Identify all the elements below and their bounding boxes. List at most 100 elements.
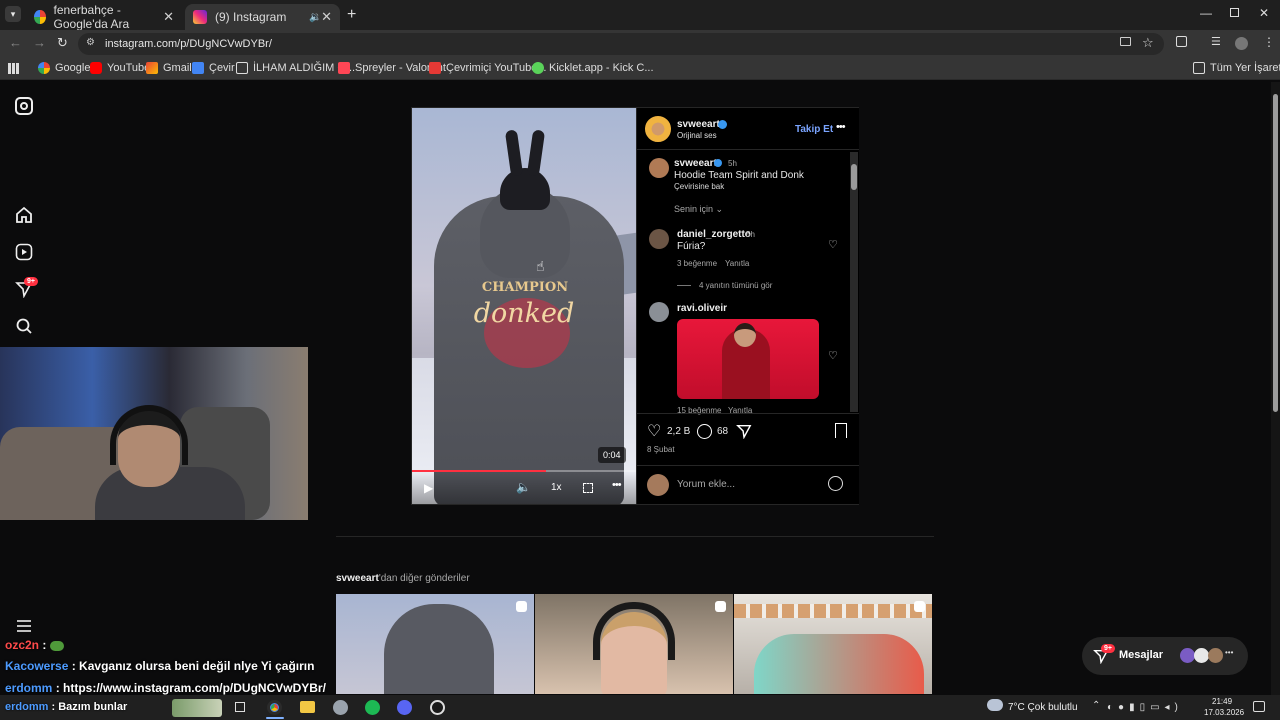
obs-icon[interactable]	[430, 700, 445, 715]
back-icon[interactable]: ←	[9, 35, 22, 50]
all-bookmarks[interactable]: Tüm Yer İşaretleri	[1193, 62, 1280, 74]
like-icon[interactable]: ♡	[647, 421, 661, 441]
media-control-icon[interactable]: ☰	[1211, 35, 1221, 48]
search-icon[interactable]	[15, 317, 33, 335]
grid-post[interactable]	[535, 594, 733, 694]
profile-avatar[interactable]	[1235, 37, 1248, 50]
widget-thumbnail[interactable]	[172, 699, 222, 717]
author-username[interactable]: svweeart	[677, 119, 720, 130]
extensions-icon[interactable]	[1176, 36, 1187, 47]
tab-instagram[interactable]: (9) Instagram 🔉 ✕	[185, 4, 340, 30]
bookmark-google[interactable]: Google	[38, 62, 90, 74]
volume-icon[interactable]: 🔈	[516, 480, 531, 494]
caption-username[interactable]: svweeart	[674, 158, 717, 169]
new-tab-button[interactable]: +	[347, 6, 356, 24]
fullscreen-icon[interactable]	[583, 483, 593, 493]
close-window-icon[interactable]: ✕	[1259, 6, 1269, 20]
bookmark-translate[interactable]: Çevir	[192, 62, 235, 74]
reel-video[interactable]: CHAMPION donked ☝ 0:04 ▶ 🔈 1x •••	[412, 108, 636, 504]
bookmarks-bar: Google YouTube Gmail Çevir İLHAM ALDIĞIM…	[0, 58, 1280, 80]
weather-icon[interactable]	[987, 699, 1003, 711]
chat-message: ozc2n :	[5, 638, 64, 652]
messages-label: Mesajlar	[1119, 649, 1164, 661]
more-options-icon[interactable]: •••	[612, 479, 622, 491]
comment-gif-image[interactable]	[677, 319, 819, 399]
caption-avatar[interactable]	[649, 158, 669, 178]
close-icon[interactable]: ✕	[321, 9, 332, 25]
save-icon[interactable]	[835, 423, 847, 438]
tab-google-search[interactable]: fenerbahçe - Google'da Ara ✕	[26, 3, 182, 31]
share-icon[interactable]	[736, 423, 752, 444]
reply-link[interactable]: Yanıtla	[725, 259, 749, 268]
clock-date[interactable]: 17.03.2026	[1204, 708, 1244, 717]
author-avatar[interactable]	[645, 116, 671, 142]
minimize-icon[interactable]: —	[1200, 6, 1212, 20]
forward-icon[interactable]: →	[33, 35, 46, 50]
commenter-avatar[interactable]	[649, 302, 669, 322]
more-menu-icon[interactable]	[15, 617, 33, 635]
comment-username[interactable]: daniel_zorgetto	[677, 229, 751, 240]
clock-time[interactable]: 21:49	[1212, 697, 1232, 706]
actions-divider	[637, 413, 859, 414]
apps-icon[interactable]	[8, 63, 19, 74]
close-icon[interactable]: ✕	[163, 9, 174, 25]
bookmark-kicklet[interactable]: Kicklet.app - Kick C...	[532, 62, 654, 74]
more-posts-username[interactable]: svweeart	[336, 573, 379, 584]
hoodie-thumb-shape	[384, 604, 494, 694]
comment-like-icon[interactable]: ♡	[828, 238, 838, 251]
chrome-icon[interactable]	[267, 700, 282, 715]
notification-center-icon[interactable]	[1253, 701, 1265, 712]
spotify-icon[interactable]	[365, 700, 380, 715]
tray-icons[interactable]: ◐●▮▯▭◂)	[1107, 702, 1183, 713]
view-replies-link[interactable]: 4 yanıtın tümünü gör	[699, 281, 772, 290]
discord-icon[interactable]	[397, 700, 412, 715]
playback-speed-button[interactable]: 1x	[551, 482, 562, 493]
audio-label[interactable]: Orijinal ses	[677, 131, 717, 140]
comment-like-icon[interactable]: ♡	[828, 349, 838, 362]
app-icon[interactable]	[333, 700, 348, 715]
scrollbar-thumb[interactable]	[851, 164, 857, 190]
reels-icon[interactable]	[15, 243, 33, 261]
messages-button[interactable]: 9+ Mesajlar •••	[1082, 637, 1248, 675]
bookmark-youtube-tool[interactable]: Çevrimiçi YouTube...	[429, 62, 546, 74]
gmail-icon	[146, 62, 158, 74]
grid-post[interactable]	[734, 594, 932, 694]
url-field[interactable]: ⚙ instagram.com/p/DUgNCVwDYBr/ ☆	[78, 33, 1164, 55]
instagram-logo-icon[interactable]	[15, 97, 33, 115]
comment-filter-dropdown[interactable]: Senin için ⌄	[674, 204, 723, 215]
like-count[interactable]: 2,2 B	[667, 426, 690, 437]
reload-icon[interactable]: ↻	[57, 35, 68, 51]
star-icon[interactable]: ☆	[1142, 35, 1154, 51]
see-translation-link[interactable]: Çevirisine bak	[674, 182, 724, 191]
youtube-icon	[90, 62, 102, 74]
file-explorer-icon[interactable]	[300, 701, 315, 713]
tray-chevron-icon[interactable]: ⌃	[1092, 700, 1100, 711]
bookmark-gmail[interactable]: Gmail	[146, 62, 192, 74]
comments-scrollbar[interactable]	[850, 152, 858, 412]
page-scrollbar-thumb[interactable]	[1273, 94, 1278, 412]
comment-count[interactable]: 68	[717, 426, 728, 437]
comment-input[interactable]: Yorum ekle...	[677, 479, 735, 490]
grid-post[interactable]	[336, 594, 534, 694]
follow-button[interactable]: Takip Et	[795, 124, 833, 135]
menu-icon[interactable]: ⋮	[1263, 35, 1275, 49]
bookmark-label: Gmail	[163, 62, 192, 74]
page-scrollbar[interactable]	[1271, 82, 1280, 695]
direct-messages-icon[interactable]: 9+	[15, 277, 38, 299]
comment-icon[interactable]	[697, 424, 712, 439]
restore-icon[interactable]	[1230, 8, 1239, 17]
play-icon[interactable]: ▶	[424, 481, 433, 495]
post-options-icon[interactable]: •••	[836, 121, 846, 133]
commenter-avatar[interactable]	[649, 229, 669, 249]
cast-icon[interactable]	[1120, 37, 1131, 46]
audio-icon[interactable]: 🔉	[309, 12, 321, 23]
task-view-icon[interactable]	[235, 702, 245, 712]
tab-search-button[interactable]: ▾	[5, 6, 21, 22]
home-icon[interactable]	[15, 206, 33, 224]
comment-username[interactable]: ravi.oliveir	[677, 303, 727, 314]
comment-likes[interactable]: 3 beğenme	[677, 259, 717, 268]
site-info-icon[interactable]: ⚙	[86, 37, 95, 48]
emoji-icon[interactable]	[828, 476, 843, 491]
bookmark-youtube[interactable]: YouTube	[90, 62, 150, 74]
weather-text[interactable]: 7°C Çok bulutlu	[1008, 702, 1078, 713]
